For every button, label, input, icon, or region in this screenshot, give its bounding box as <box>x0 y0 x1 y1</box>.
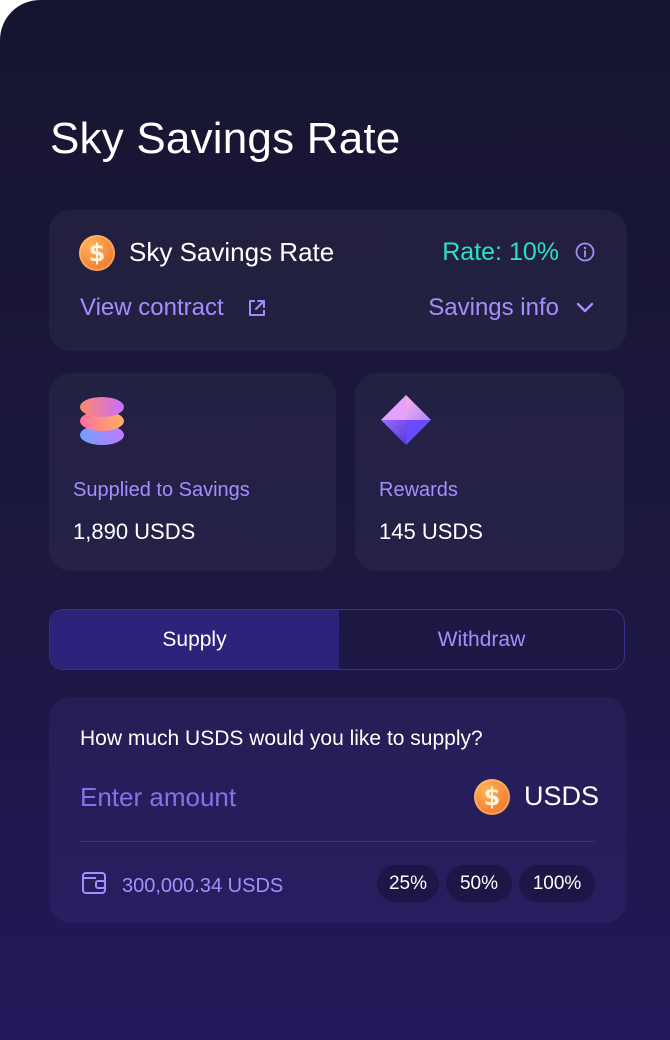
supply-question: How much USDS would you like to supply? <box>80 727 483 750</box>
tab-withdraw[interactable]: Withdraw <box>339 610 624 669</box>
rewards-card: Rewards 145 USDS <box>355 373 624 571</box>
supplied-value: 1,890 USDS <box>73 519 196 544</box>
percent-50-button[interactable]: 50% <box>446 865 512 902</box>
stack-icon <box>80 397 124 445</box>
divider <box>80 841 595 842</box>
external-link-icon[interactable] <box>247 298 267 318</box>
view-contract-link[interactable]: View contract <box>80 294 224 322</box>
percent-100-button[interactable]: 100% <box>519 865 595 902</box>
chevron-down-icon[interactable] <box>575 300 595 316</box>
usds-coin-icon: $ <box>79 235 115 271</box>
amount-input[interactable] <box>80 779 410 815</box>
savings-panel: Sky Savings Rate $ Sky Savings Rate Rate… <box>0 0 670 1040</box>
rewards-label: Rewards <box>379 479 458 501</box>
rewards-value: 145 USDS <box>379 519 483 544</box>
supply-withdraw-tabs: Supply Withdraw <box>49 609 625 670</box>
token-symbol: USDS <box>524 781 600 811</box>
supply-input-card: How much USDS would you like to supply? … <box>49 697 626 923</box>
percent-25-button[interactable]: 25% <box>377 865 439 902</box>
wallet-balance: 300,000.34 USDS <box>122 875 284 897</box>
rate-card: $ Sky Savings Rate Rate: 10% View contra… <box>49 210 627 351</box>
info-icon[interactable] <box>575 242 595 262</box>
page-title: Sky Savings Rate <box>50 114 401 163</box>
supplied-card: Supplied to Savings 1,890 USDS <box>49 373 336 571</box>
wallet-icon <box>82 872 106 894</box>
savings-info-toggle[interactable]: Savings info <box>428 294 559 322</box>
tab-supply[interactable]: Supply <box>50 610 339 669</box>
gem-icon <box>381 395 431 445</box>
rate-value: Rate: 10% <box>442 238 559 266</box>
rate-card-title: Sky Savings Rate <box>129 237 335 267</box>
supplied-label: Supplied to Savings <box>73 479 250 501</box>
usds-coin-icon: $ <box>474 779 510 815</box>
